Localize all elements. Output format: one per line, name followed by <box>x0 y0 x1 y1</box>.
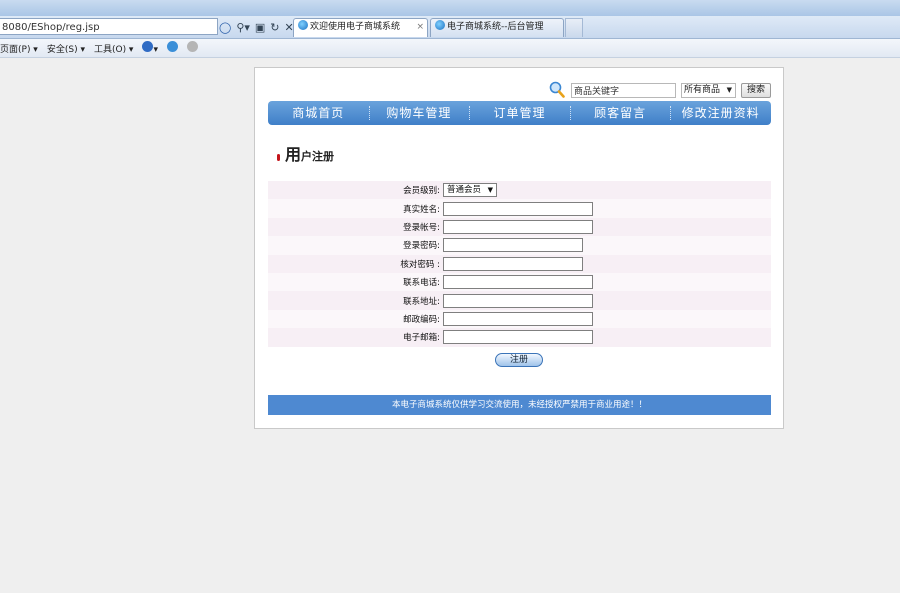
member-level-select[interactable]: 普通会员 ▼ <box>443 183 497 198</box>
research-icon[interactable] <box>187 41 198 55</box>
password-input[interactable] <box>443 238 583 253</box>
account-input[interactable] <box>443 219 593 234</box>
compat-icon[interactable]: ▣ <box>255 21 265 34</box>
member-level-label: 会员级别: <box>403 186 440 197</box>
postcode-input[interactable] <box>443 311 593 326</box>
ie-icon <box>298 20 308 30</box>
new-tab-button[interactable] <box>565 18 583 37</box>
command-bar: 页面(P) ▾ 安全(S) ▾ 工具(O) ▾ ▾ <box>0 39 900 58</box>
form-row-real-name: 真实姓名: <box>268 199 771 218</box>
tab-label: 电子商城系统--后台管理 <box>447 22 544 32</box>
page-container: 所有商品 ▼ 搜索 商城首页 购物车管理 订单管理 顾客留言 修改注册资料 用 … <box>254 67 784 429</box>
search-bar: 所有商品 ▼ 搜索 <box>255 81 783 101</box>
help-icon[interactable]: ▾ <box>142 41 158 55</box>
form-row-password: 登录密码: <box>268 236 771 255</box>
email-label: 电子邮箱: <box>403 333 440 344</box>
tools-menu[interactable]: 工具(O) ▾ <box>94 42 134 55</box>
search-icon <box>549 81 565 98</box>
member-level-value: 普通会员 <box>447 185 482 196</box>
tab-label: 欢迎使用电子商城系统 <box>310 22 401 32</box>
title-first-char: 用 <box>285 145 302 164</box>
real-name-label: 真实姓名: <box>403 204 440 215</box>
page-viewport: 所有商品 ▼ 搜索 商城首页 购物车管理 订单管理 顾客留言 修改注册资料 用 … <box>0 58 900 593</box>
email-input[interactable] <box>443 330 593 345</box>
postcode-label: 邮政编码: <box>403 314 440 325</box>
form-row-address: 联系地址: <box>268 291 771 310</box>
browser-title-bar <box>0 0 900 16</box>
tab-admin[interactable]: 电子商城系统--后台管理 <box>430 18 564 37</box>
search-dropdown-icon[interactable]: ⚲▾ <box>236 21 250 34</box>
account-label: 登录帐号: <box>403 222 440 233</box>
registration-form: 会员级别: 普通会员 ▼ 真实姓名: 登录帐号: 登录密码: 核对密码 : 联系… <box>268 181 771 367</box>
safety-menu[interactable]: 安全(S) ▾ <box>47 42 85 55</box>
nav-edit-profile[interactable]: 修改注册资料 <box>670 101 771 125</box>
confirm-password-label: 核对密码 : <box>400 259 440 270</box>
nav-messages[interactable]: 顾客留言 <box>569 101 671 125</box>
nav-home[interactable]: 商城首页 <box>268 101 369 125</box>
form-row-account: 登录帐号: <box>268 217 771 237</box>
chevron-down-icon: ▼ <box>487 186 493 195</box>
nav-cart[interactable]: 购物车管理 <box>368 101 470 125</box>
tab-welcome[interactable]: 欢迎使用电子商城系统 × <box>293 18 428 37</box>
address-input-field[interactable] <box>443 293 593 308</box>
form-row-phone: 联系电话: <box>268 272 771 292</box>
nav-orders[interactable]: 订单管理 <box>469 101 570 125</box>
title-rest: 户注册 <box>301 150 335 163</box>
search-button[interactable]: 搜索 <box>741 83 771 98</box>
address-label: 联系地址: <box>403 296 440 307</box>
form-row-email: 电子邮箱: <box>268 328 771 347</box>
category-select[interactable]: 所有商品 ▼ <box>681 83 736 98</box>
submit-row: 注册 <box>268 350 771 372</box>
password-label: 登录密码: <box>403 241 440 252</box>
address-tools: ◯ ⚲▾ ▣ ↻ ✕ <box>219 19 294 35</box>
bullet-icon <box>277 154 280 161</box>
register-button[interactable]: 注册 <box>495 353 543 367</box>
footer-notice: 本电子商城系统仅供学习交流使用，未经授权严禁用于商业用途！！ <box>268 395 771 415</box>
search-input[interactable] <box>571 83 676 98</box>
phone-input[interactable] <box>443 275 593 290</box>
ie-icon <box>435 20 445 30</box>
category-value: 所有商品 <box>684 85 721 95</box>
browser-address-bar: 8080/EShop/reg.jsp ◯ ⚲▾ ▣ ↻ ✕ 欢迎使用电子商城系统… <box>0 16 900 39</box>
shield-icon[interactable]: ◯ <box>219 21 231 34</box>
chevron-down-icon: ▼ <box>726 86 732 94</box>
page-title: 用 户注册 <box>277 144 334 164</box>
main-nav: 商城首页 购物车管理 订单管理 顾客留言 修改注册资料 <box>268 101 771 125</box>
real-name-input[interactable] <box>443 201 593 216</box>
phone-label: 联系电话: <box>403 278 440 289</box>
form-row-confirm-password: 核对密码 : <box>268 254 771 273</box>
tab-close-icon[interactable]: × <box>416 19 424 36</box>
refresh-icon[interactable]: ↻ <box>270 21 279 34</box>
confirm-password-input[interactable] <box>443 256 583 271</box>
form-row-member-level: 会员级别: 普通会员 ▼ <box>268 181 771 200</box>
address-input[interactable]: 8080/EShop/reg.jsp <box>0 18 218 35</box>
messenger-icon[interactable] <box>167 41 178 55</box>
page-menu[interactable]: 页面(P) ▾ <box>0 42 38 55</box>
form-row-postcode: 邮政编码: <box>268 309 771 329</box>
